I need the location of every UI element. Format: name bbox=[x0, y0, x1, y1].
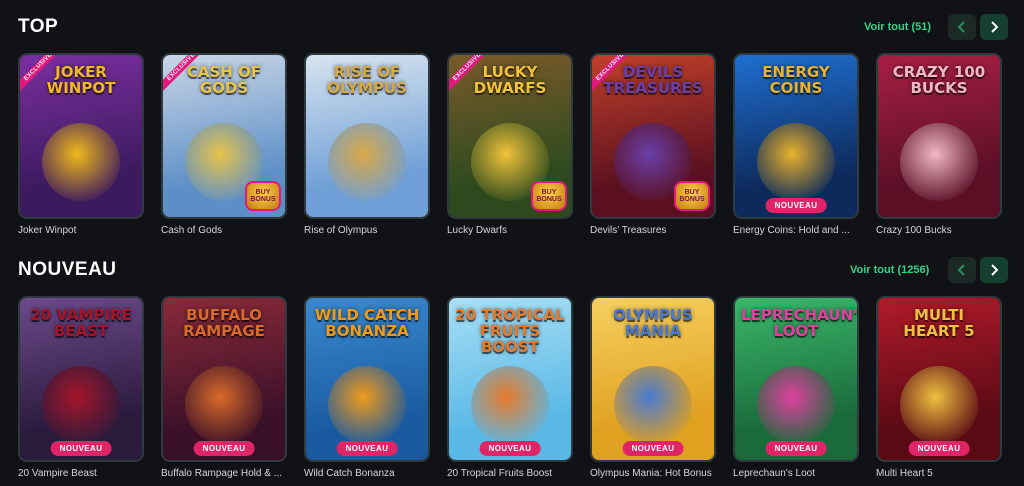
buy-bonus-badge: BUY BONUS bbox=[245, 181, 281, 211]
game-title[interactable]: Lucky Dwarfs bbox=[447, 225, 573, 236]
section-title: TOP bbox=[18, 16, 59, 37]
game-title[interactable]: 20 Tropical Fruits Boost bbox=[447, 468, 573, 479]
game-character bbox=[42, 366, 120, 444]
game-logo-text: WILD CATCH BONANZA bbox=[314, 306, 420, 340]
game-thumbnail[interactable]: CRAZY 100 BUCKS bbox=[876, 53, 1002, 219]
game-thumbnail[interactable]: WILD CATCH BONANZA NOUVEAU bbox=[304, 296, 430, 462]
game-logo-text: BUFFALO RAMPAGE bbox=[183, 306, 265, 340]
new-badge: NOUVEAU bbox=[479, 441, 541, 456]
game-character bbox=[42, 123, 120, 201]
game-thumbnail[interactable]: RISE OF OLYMPUS bbox=[304, 53, 430, 219]
game-character bbox=[614, 366, 692, 444]
game-card[interactable]: CRAZY 100 BUCKS Crazy 100 Bucks bbox=[876, 53, 1002, 236]
game-character bbox=[900, 123, 978, 201]
game-logo-text: 20 TROPICAL FRUITS BOOST bbox=[455, 306, 565, 356]
game-card[interactable]: LEPRECHAUN'S LOOT NOUVEAU Leprechaun's Loo… bbox=[733, 296, 859, 479]
game-card[interactable]: DEVILS TREASURES EXCLUSIVE BUY BONUS Devils… bbox=[590, 53, 716, 236]
game-logo-text: MULTI HEART 5 bbox=[903, 306, 975, 340]
game-title[interactable]: Energy Coins: Hold and ... bbox=[733, 225, 859, 236]
game-title[interactable]: Multi Heart 5 bbox=[876, 468, 1002, 479]
game-logo-text: RISE OF OLYMPUS bbox=[327, 63, 407, 97]
game-card[interactable]: BUFFALO RAMPAGE NOUVEAU Buffalo Rampage Ho… bbox=[161, 296, 287, 479]
game-title[interactable]: Buffalo Rampage Hold & ... bbox=[161, 468, 287, 479]
new-badge: NOUVEAU bbox=[622, 441, 684, 456]
game-character bbox=[185, 366, 263, 444]
game-logo-text: CRAZY 100 BUCKS bbox=[892, 63, 986, 97]
new-badge: NOUVEAU bbox=[765, 198, 827, 213]
game-logo-text: LEPRECHAUN'S LOOT bbox=[741, 306, 859, 340]
chevron-left-icon bbox=[957, 21, 965, 33]
game-row: 20 VAMPIRE BEAST NOUVEAU 20 Vampire Beast B… bbox=[18, 296, 1002, 479]
game-thumbnail[interactable]: LEPRECHAUN'S LOOT NOUVEAU bbox=[733, 296, 859, 462]
game-card[interactable]: 20 TROPICAL FRUITS BOOST NOUVEAU 20 Tropic… bbox=[447, 296, 573, 479]
carousel-next-button[interactable] bbox=[980, 14, 1008, 40]
game-card[interactable]: LUCKY DWARFS EXCLUSIVE BUY BONUS Lucky Dwar… bbox=[447, 53, 573, 236]
game-card[interactable]: WILD CATCH BONANZA NOUVEAU Wild Catch Bona… bbox=[304, 296, 430, 479]
game-character bbox=[328, 366, 406, 444]
game-character bbox=[328, 123, 406, 201]
game-logo-text: 20 VAMPIRE BEAST bbox=[30, 306, 132, 340]
game-row: JOKER WINPOT EXCLUSIVE Joker Winpot CASH OF… bbox=[18, 53, 1002, 236]
game-title[interactable]: Crazy 100 Bucks bbox=[876, 225, 1002, 236]
chevron-left-icon bbox=[957, 264, 965, 276]
game-title[interactable]: Cash of Gods bbox=[161, 225, 287, 236]
game-thumbnail[interactable]: JOKER WINPOT EXCLUSIVE bbox=[18, 53, 144, 219]
buy-bonus-badge: BUY BONUS bbox=[674, 181, 710, 211]
new-badge: NOUVEAU bbox=[193, 441, 255, 456]
game-title[interactable]: Olympus Mania: Hot Bonus bbox=[590, 468, 716, 479]
see-all-link[interactable]: Voir tout (1256) bbox=[850, 264, 929, 276]
game-thumbnail[interactable]: 20 TROPICAL FRUITS BOOST NOUVEAU bbox=[447, 296, 573, 462]
game-logo-text: DEVILS TREASURES bbox=[603, 63, 703, 97]
new-badge: NOUVEAU bbox=[908, 441, 970, 456]
game-title[interactable]: Joker Winpot bbox=[18, 225, 144, 236]
game-card[interactable]: 20 VAMPIRE BEAST NOUVEAU 20 Vampire Beast bbox=[18, 296, 144, 479]
game-card[interactable]: JOKER WINPOT EXCLUSIVE Joker Winpot bbox=[18, 53, 144, 236]
game-thumbnail[interactable]: MULTI HEART 5 NOUVEAU bbox=[876, 296, 1002, 462]
see-all-link[interactable]: Voir tout (51) bbox=[864, 21, 931, 33]
game-logo-text: OLYMPUS MANIA bbox=[613, 306, 693, 340]
game-title[interactable]: 20 Vampire Beast bbox=[18, 468, 144, 479]
game-thumbnail[interactable]: DEVILS TREASURES EXCLUSIVE BUY BONUS bbox=[590, 53, 716, 219]
carousel-prev-button[interactable] bbox=[948, 14, 976, 40]
game-character bbox=[757, 366, 835, 444]
new-badge: NOUVEAU bbox=[336, 441, 398, 456]
game-card[interactable]: OLYMPUS MANIA NOUVEAU Olympus Mania: Hot B… bbox=[590, 296, 716, 479]
carousel-next-button[interactable] bbox=[980, 257, 1008, 283]
game-thumbnail[interactable]: ENERGY COINS NOUVEAU bbox=[733, 53, 859, 219]
game-logo-text: CASH OF GODS bbox=[186, 63, 262, 97]
game-card[interactable]: RISE OF OLYMPUS Rise of Olympus bbox=[304, 53, 430, 236]
game-logo-text: JOKER WINPOT bbox=[46, 63, 116, 97]
buy-bonus-badge: BUY BONUS bbox=[531, 181, 567, 211]
game-card[interactable]: MULTI HEART 5 NOUVEAU Multi Heart 5 bbox=[876, 296, 1002, 479]
game-character bbox=[757, 123, 835, 201]
game-card[interactable]: CASH OF GODS EXCLUSIVE BUY BONUS Cash of Go… bbox=[161, 53, 287, 236]
game-character bbox=[900, 366, 978, 444]
new-badge: NOUVEAU bbox=[50, 441, 112, 456]
carousel-prev-button[interactable] bbox=[948, 257, 976, 283]
game-title[interactable]: Wild Catch Bonanza bbox=[304, 468, 430, 479]
game-title[interactable]: Devils' Treasures bbox=[590, 225, 716, 236]
chevron-right-icon bbox=[991, 264, 999, 276]
game-title[interactable]: Leprechaun's Loot bbox=[733, 468, 859, 479]
game-logo-text: ENERGY COINS bbox=[762, 63, 830, 97]
game-thumbnail[interactable]: CASH OF GODS EXCLUSIVE BUY BONUS bbox=[161, 53, 287, 219]
new-badge: NOUVEAU bbox=[765, 441, 827, 456]
chevron-right-icon bbox=[991, 21, 999, 33]
section-title: NOUVEAU bbox=[18, 259, 117, 280]
game-card[interactable]: ENERGY COINS NOUVEAU Energy Coins: Hold an… bbox=[733, 53, 859, 236]
game-thumbnail[interactable]: 20 VAMPIRE BEAST NOUVEAU bbox=[18, 296, 144, 462]
game-thumbnail[interactable]: BUFFALO RAMPAGE NOUVEAU bbox=[161, 296, 287, 462]
game-character bbox=[471, 366, 549, 444]
game-title[interactable]: Rise of Olympus bbox=[304, 225, 430, 236]
game-thumbnail[interactable]: OLYMPUS MANIA NOUVEAU bbox=[590, 296, 716, 462]
game-logo-text: LUCKY DWARFS bbox=[473, 63, 547, 97]
game-thumbnail[interactable]: LUCKY DWARFS EXCLUSIVE BUY BONUS bbox=[447, 53, 573, 219]
